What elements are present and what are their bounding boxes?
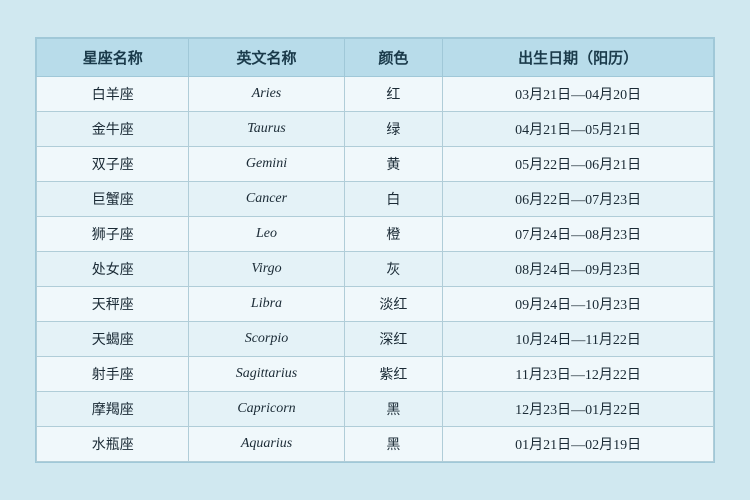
cell-r4-c2: 橙 (344, 217, 443, 252)
table-header-row: 星座名称英文名称颜色出生日期（阳历） (37, 39, 714, 77)
table-row: 巨蟹座Cancer白06月22日—07月23日 (37, 182, 714, 217)
cell-r6-c3: 09月24日—10月23日 (443, 287, 714, 322)
cell-r3-c1: Cancer (189, 182, 344, 217)
cell-r2-c1: Gemini (189, 147, 344, 182)
cell-r0-c2: 红 (344, 77, 443, 112)
table-row: 水瓶座Aquarius黑01月21日—02月19日 (37, 427, 714, 462)
cell-r8-c3: 11月23日—12月22日 (443, 357, 714, 392)
cell-r7-c1: Scorpio (189, 322, 344, 357)
cell-r3-c0: 巨蟹座 (37, 182, 189, 217)
cell-r4-c3: 07月24日—08月23日 (443, 217, 714, 252)
cell-r0-c3: 03月21日—04月20日 (443, 77, 714, 112)
header-col-1: 英文名称 (189, 39, 344, 77)
table-body: 白羊座Aries红03月21日—04月20日金牛座Taurus绿04月21日—0… (37, 77, 714, 462)
cell-r10-c2: 黑 (344, 427, 443, 462)
table-row: 天秤座Libra淡红09月24日—10月23日 (37, 287, 714, 322)
cell-r0-c1: Aries (189, 77, 344, 112)
cell-r10-c3: 01月21日—02月19日 (443, 427, 714, 462)
table-row: 天蝎座Scorpio深红10月24日—11月22日 (37, 322, 714, 357)
table-row: 金牛座Taurus绿04月21日—05月21日 (37, 112, 714, 147)
cell-r10-c1: Aquarius (189, 427, 344, 462)
table-row: 处女座Virgo灰08月24日—09月23日 (37, 252, 714, 287)
cell-r9-c1: Capricorn (189, 392, 344, 427)
cell-r0-c0: 白羊座 (37, 77, 189, 112)
cell-r2-c0: 双子座 (37, 147, 189, 182)
cell-r4-c1: Leo (189, 217, 344, 252)
cell-r9-c2: 黑 (344, 392, 443, 427)
cell-r8-c0: 射手座 (37, 357, 189, 392)
cell-r7-c3: 10月24日—11月22日 (443, 322, 714, 357)
zodiac-table: 星座名称英文名称颜色出生日期（阳历） 白羊座Aries红03月21日—04月20… (36, 38, 714, 462)
cell-r1-c2: 绿 (344, 112, 443, 147)
cell-r2-c3: 05月22日—06月21日 (443, 147, 714, 182)
cell-r6-c0: 天秤座 (37, 287, 189, 322)
header-col-2: 颜色 (344, 39, 443, 77)
table-row: 狮子座Leo橙07月24日—08月23日 (37, 217, 714, 252)
cell-r7-c2: 深红 (344, 322, 443, 357)
cell-r1-c1: Taurus (189, 112, 344, 147)
cell-r1-c3: 04月21日—05月21日 (443, 112, 714, 147)
cell-r5-c2: 灰 (344, 252, 443, 287)
cell-r3-c3: 06月22日—07月23日 (443, 182, 714, 217)
cell-r10-c0: 水瓶座 (37, 427, 189, 462)
cell-r6-c1: Libra (189, 287, 344, 322)
cell-r5-c0: 处女座 (37, 252, 189, 287)
table-row: 摩羯座Capricorn黑12月23日—01月22日 (37, 392, 714, 427)
cell-r5-c3: 08月24日—09月23日 (443, 252, 714, 287)
header-col-3: 出生日期（阳历） (443, 39, 714, 77)
table-row: 白羊座Aries红03月21日—04月20日 (37, 77, 714, 112)
zodiac-table-container: 星座名称英文名称颜色出生日期（阳历） 白羊座Aries红03月21日—04月20… (35, 37, 715, 463)
cell-r9-c0: 摩羯座 (37, 392, 189, 427)
header-col-0: 星座名称 (37, 39, 189, 77)
cell-r9-c3: 12月23日—01月22日 (443, 392, 714, 427)
cell-r6-c2: 淡红 (344, 287, 443, 322)
table-row: 射手座Sagittarius紫红11月23日—12月22日 (37, 357, 714, 392)
cell-r3-c2: 白 (344, 182, 443, 217)
cell-r8-c2: 紫红 (344, 357, 443, 392)
cell-r4-c0: 狮子座 (37, 217, 189, 252)
cell-r2-c2: 黄 (344, 147, 443, 182)
table-row: 双子座Gemini黄05月22日—06月21日 (37, 147, 714, 182)
cell-r5-c1: Virgo (189, 252, 344, 287)
cell-r7-c0: 天蝎座 (37, 322, 189, 357)
cell-r1-c0: 金牛座 (37, 112, 189, 147)
cell-r8-c1: Sagittarius (189, 357, 344, 392)
